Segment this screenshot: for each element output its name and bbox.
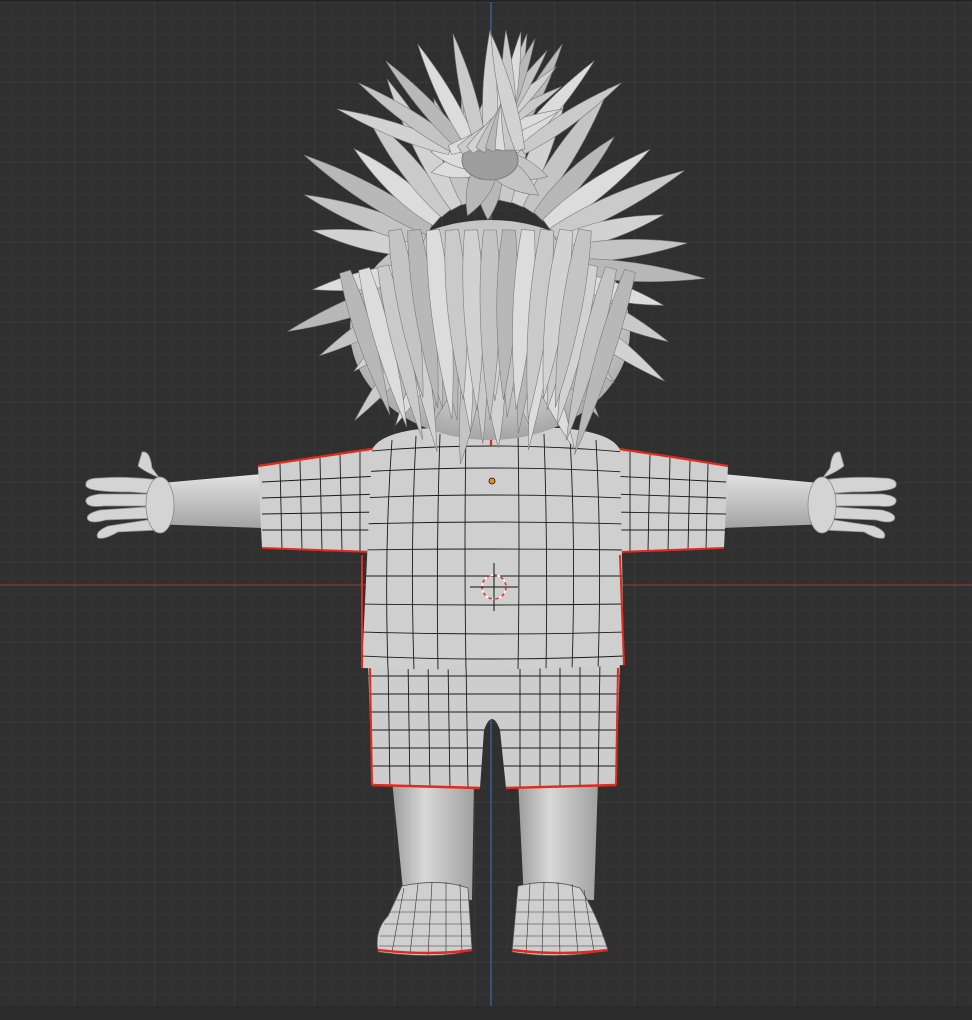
3d-viewport[interactable] xyxy=(0,0,972,1020)
viewport-top-edge xyxy=(0,0,972,2)
origin-dot-icon[interactable] xyxy=(488,477,496,485)
shirt xyxy=(361,426,625,670)
viewport-bottom-edge xyxy=(0,1006,972,1020)
